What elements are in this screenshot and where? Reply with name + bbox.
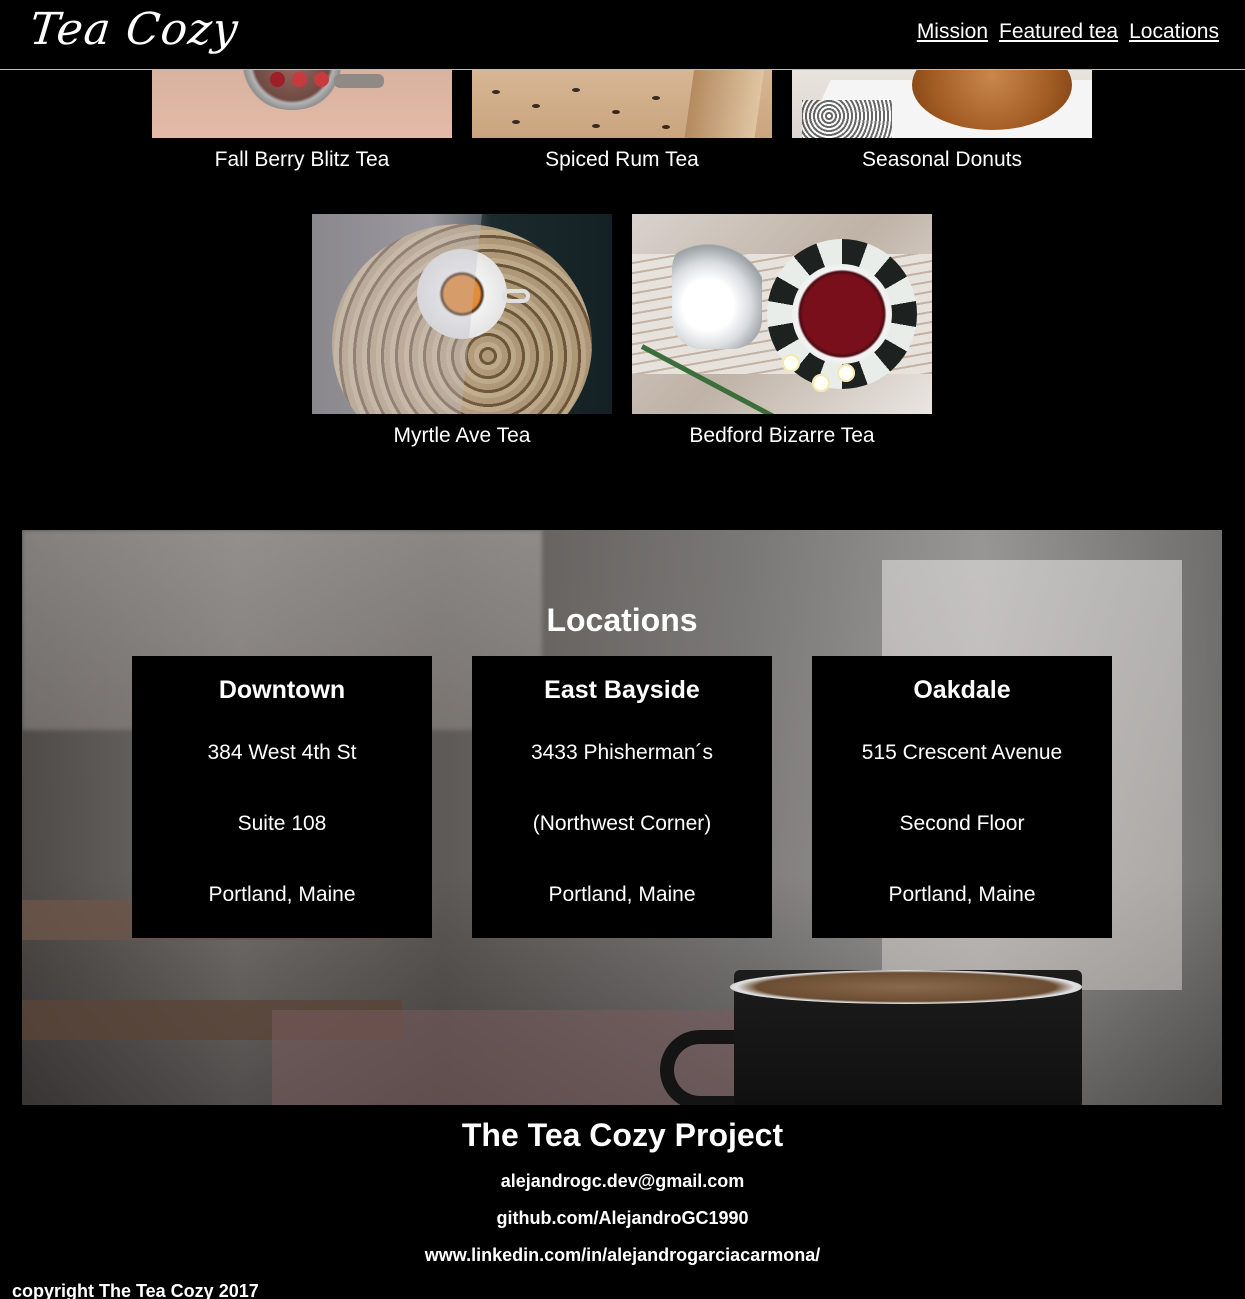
spiced-rum-image (472, 70, 772, 138)
copyright: copyright The Tea Cozy 2017 (12, 1281, 259, 1299)
bedford-bizarre-image (632, 214, 932, 414)
location-name: East Bayside (544, 676, 700, 704)
footer-title: The Tea Cozy Project (461, 1117, 784, 1153)
featured-item-caption: Myrtle Ave Tea (393, 424, 531, 447)
location-address-line: 515 Crescent Avenue (861, 741, 1063, 764)
location-address-line: Portland, Maine (208, 883, 356, 906)
featured-item: Myrtle Ave Tea (312, 214, 612, 448)
footer-email[interactable]: alejandrogc.dev@gmail.com (0, 1171, 1245, 1192)
location-address-line: Portland, Maine (888, 883, 1036, 906)
location-name: Downtown (218, 676, 346, 704)
locations-section: Locations Downtown 384 West 4th St Suite… (22, 530, 1222, 1105)
footer-linkedin[interactable]: www.linkedin.com/in/alejandrogarciacarmo… (0, 1245, 1245, 1266)
featured-item: Bedford Bizarre Tea (632, 214, 932, 448)
fall-berry-blitz-image (152, 70, 452, 138)
location-card-downtown: Downtown 384 West 4th St Suite 108 Portl… (132, 656, 432, 938)
nav-link-mission[interactable]: Mission (917, 20, 988, 44)
location-name: Oakdale (913, 676, 1011, 704)
site-header: Tea Cozy Mission Featured tea Locations (0, 0, 1245, 70)
locations-title: Locations (546, 602, 698, 638)
main-nav: Mission Featured tea Locations (917, 20, 1219, 44)
featured-item-caption: Fall Berry Blitz Tea (214, 148, 390, 171)
location-card-east-bayside: East Bayside 3433 Phisherman´s (Northwes… (472, 656, 772, 938)
location-address-line: (Northwest Corner) (532, 812, 712, 835)
location-address-line: Portland, Maine (548, 883, 696, 906)
page: Tea Cozy Mission Featured tea Locations … (0, 0, 1245, 1299)
location-address-line: 3433 Phisherman´s (530, 741, 714, 764)
nav-link-locations[interactable]: Locations (1129, 20, 1219, 44)
footer-github[interactable]: github.com/AlejandroGC1990 (0, 1208, 1245, 1229)
featured-item-caption: Bedford Bizarre Tea (689, 424, 875, 447)
featured-item: Seasonal Donuts (792, 70, 1092, 172)
location-address-line: Suite 108 (237, 812, 327, 835)
logo[interactable]: Tea Cozy (27, 4, 241, 55)
featured-item: Fall Berry Blitz Tea (152, 70, 452, 172)
featured-item-caption: Seasonal Donuts (862, 148, 1022, 171)
featured-item: Spiced Rum Tea (472, 70, 772, 172)
myrtle-ave-image (312, 214, 612, 414)
nav-link-featured-tea[interactable]: Featured tea (999, 20, 1118, 44)
featured-item-caption: Spiced Rum Tea (545, 148, 699, 171)
location-card-oakdale: Oakdale 515 Crescent Avenue Second Floor… (812, 656, 1112, 938)
seasonal-donuts-image (792, 70, 1092, 138)
location-address-line: 384 West 4th St (207, 741, 357, 764)
location-address-line: Second Floor (899, 812, 1025, 835)
